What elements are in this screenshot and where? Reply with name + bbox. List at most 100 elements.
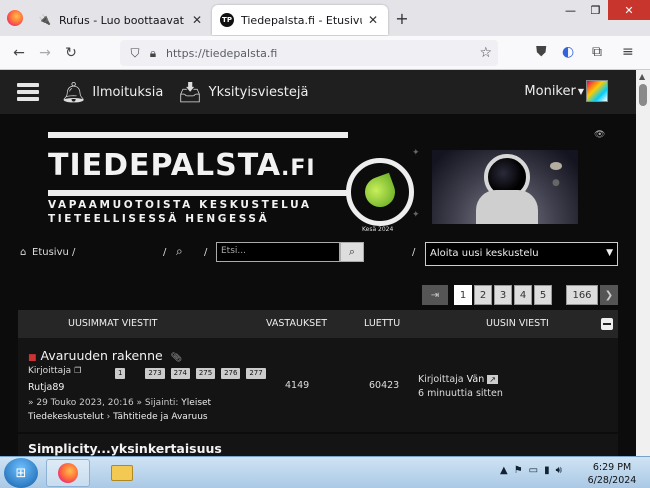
attachment-icon: 📎︎ xyxy=(170,353,183,363)
topic-by: Kirjoittaja ❐ xyxy=(28,366,81,376)
pagination-jump-icon[interactable]: ⇥ xyxy=(422,285,448,305)
breadcrumb-home[interactable]: Etusivu xyxy=(32,247,69,258)
topic-title-link[interactable]: ■ Avaruuden rakenne 📎︎ xyxy=(28,348,182,363)
page-scrollbar[interactable]: ▲ xyxy=(636,70,650,456)
minimize-button[interactable]: — xyxy=(558,0,583,20)
topic-page-link[interactable]: 277 xyxy=(246,368,266,379)
topic-page-link[interactable]: 276 xyxy=(221,368,241,379)
clock-time: 6:29 PM xyxy=(592,462,632,473)
collapse-icon[interactable] xyxy=(601,318,613,330)
topic-page-link[interactable]: 275 xyxy=(195,368,216,379)
shield-icon[interactable]: ⛉ xyxy=(126,46,144,61)
hamburger-menu-icon[interactable] xyxy=(17,83,39,101)
scroll-up-icon[interactable]: ▲ xyxy=(639,72,645,81)
planet-icon: ● xyxy=(552,178,560,188)
topic-page-link[interactable]: 1 xyxy=(115,368,126,379)
extensions-icon[interactable]: ⧉ xyxy=(592,44,602,60)
taskbar-firefox[interactable] xyxy=(46,459,90,487)
page-1[interactable]: 1 xyxy=(454,285,472,305)
tab-tiedepalsta[interactable]: TP Tiedepalsta.fi - Etusivu ✕ xyxy=(212,5,388,35)
banner-line xyxy=(48,190,348,196)
back-arrow-icon[interactable]: ← xyxy=(6,45,32,61)
username: Moniker xyxy=(524,83,576,99)
table-row: Simplicity...yksinkertaisuus xyxy=(18,434,618,456)
page-3[interactable]: 3 xyxy=(494,285,512,305)
season-label: Kesä 2024 xyxy=(362,226,394,233)
rufus-favicon-icon: 🔌 xyxy=(38,14,52,26)
taskbar-explorer[interactable] xyxy=(100,459,144,487)
avatar[interactable] xyxy=(586,80,608,102)
page-4[interactable]: 4 xyxy=(514,285,532,305)
forward-arrow-icon[interactable]: → xyxy=(32,45,58,61)
breadcrumb-sep: / xyxy=(204,247,208,258)
topic-page-link[interactable]: 274 xyxy=(170,368,190,379)
flag-icon[interactable]: ⚑ xyxy=(514,465,523,476)
last-post-by: Kirjoittaja Vän ↗ xyxy=(418,374,498,385)
page-2[interactable]: 2 xyxy=(474,285,492,305)
folder-icon xyxy=(111,465,133,481)
messages-label: Yksityisviestejä xyxy=(208,84,309,100)
topic-page-link[interactable]: 273 xyxy=(145,368,165,379)
tab-title: Tiedepalsta.fi - Etusivu xyxy=(241,13,362,27)
header-last-post: UUSIN VIESTI xyxy=(486,318,549,329)
bookmark-star-icon[interactable]: ☆ xyxy=(479,45,492,61)
site-banner[interactable]: TIEDEPALSTA.FI VAPAAMUOTOISTA KESKUSTELU… xyxy=(48,132,414,234)
close-tab-icon[interactable]: ✕ xyxy=(190,13,204,27)
url-bar[interactable]: ⛉ 🔒︎ https://tiedepalsta.fi ☆ xyxy=(120,40,498,66)
network-icon[interactable]: ▮ xyxy=(544,465,550,476)
topic-title-link[interactable]: Simplicity...yksinkertaisuus xyxy=(28,441,222,456)
notifications-link[interactable]: 🔔︎ Ilmoituksia xyxy=(61,80,163,104)
tab-title: Rufus - Luo boottaavat USB-ase xyxy=(59,13,186,27)
tab-rufus[interactable]: 🔌 Rufus - Luo boottaavat USB-ase ✕ xyxy=(30,5,212,35)
taskbar-clock[interactable]: 6:29 PM 6/28/2024 xyxy=(580,461,644,487)
inbox-icon: 📥︎ xyxy=(177,80,203,104)
forum-page: 🔔︎ Ilmoituksia 📥︎ Yksityisviestejä Monik… xyxy=(0,70,636,456)
page-5[interactable]: 5 xyxy=(534,285,552,305)
search-icon[interactable]: ⌕ xyxy=(176,244,183,259)
last-post-author-link[interactable]: Vän xyxy=(467,374,485,385)
messages-link[interactable]: 📥︎ Yksityisviestejä xyxy=(177,80,308,104)
new-tab-button[interactable]: + xyxy=(388,9,416,28)
scrollbar-thumb[interactable] xyxy=(639,84,647,106)
forum-category-link[interactable]: Tiedekeskustelut xyxy=(28,412,104,422)
page-last[interactable]: 166 xyxy=(566,285,598,305)
account-icon[interactable]: ◐ xyxy=(562,44,574,60)
menu-icon[interactable]: ≡ xyxy=(622,44,634,60)
firefox-menu-icon[interactable] xyxy=(0,0,30,36)
close-tab-icon[interactable]: ✕ xyxy=(366,13,380,27)
new-topic-select[interactable]: Aloita uusi keskustelu ▼ xyxy=(425,242,618,266)
forum-link[interactable]: Yleiset xyxy=(181,398,211,408)
select-value: Aloita uusi keskustelu xyxy=(430,248,539,259)
reload-icon[interactable]: ↻ xyxy=(58,45,84,61)
subforum-link[interactable]: Tähtitiede ja Avaruus xyxy=(113,412,208,422)
topic-meta: » 29 Touko 2023, 20:16 » Sijainti: Yleis… xyxy=(28,398,212,422)
device-icon[interactable]: ▭ xyxy=(529,465,538,476)
lock-icon[interactable]: 🔒︎ xyxy=(144,46,162,61)
pages-icon: ❐ xyxy=(74,366,82,375)
user-menu[interactable]: Moniker ▼ xyxy=(524,80,608,102)
topic-author-link[interactable]: Rutja89 xyxy=(28,382,64,393)
eye-icon: 👁︎ xyxy=(594,130,606,140)
view-latest-post-icon[interactable]: ↗ xyxy=(487,375,498,384)
url-text: https://tiedepalsta.fi xyxy=(166,46,278,60)
next-page-icon[interactable]: ❯ xyxy=(600,285,618,305)
close-window-button[interactable]: ✕ xyxy=(608,0,650,20)
leaf-logo-icon xyxy=(346,158,414,226)
chevron-down-icon: ▼ xyxy=(606,248,613,258)
slogan-line1: VAPAAMUOTOISTA KESKUSTELUA xyxy=(48,199,312,211)
search-input[interactable]: Etsi... xyxy=(216,242,340,262)
show-hidden-icons-icon[interactable]: ▲ xyxy=(500,465,508,476)
search-button[interactable]: ⌕ xyxy=(340,242,364,262)
start-button[interactable]: ⊞ xyxy=(4,458,38,488)
home-icon[interactable]: ⌂ xyxy=(20,247,26,258)
logo-part2: PALSTA xyxy=(150,148,282,183)
search-icon: ⌕ xyxy=(348,245,356,258)
topics-table-header: UUSIMMAT VIESTIT VASTAUKSET LUETTU UUSIN… xyxy=(18,310,618,338)
maximize-button[interactable]: ❐ xyxy=(583,0,608,20)
browser-tab-bar: 🔌 Rufus - Luo boottaavat USB-ase ✕ TP Ti… xyxy=(0,0,650,36)
volume-icon[interactable]: 🔊︎ xyxy=(556,465,562,476)
banner-line xyxy=(48,132,348,138)
pocket-icon[interactable]: ⛊ xyxy=(536,44,547,60)
topic-unread-icon: ■ xyxy=(28,353,37,363)
windows-logo-icon: ⊞ xyxy=(15,465,27,481)
